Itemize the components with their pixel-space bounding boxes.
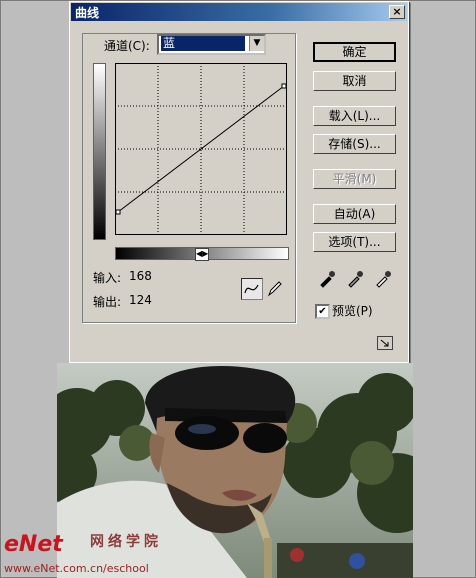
gray-eyedropper-icon[interactable] — [346, 268, 366, 288]
black-eyedropper-icon[interactable] — [318, 268, 338, 288]
input-value: 168 — [129, 269, 152, 283]
output-label: 输出: — [93, 295, 122, 309]
input-readout: 输入: 168 — [93, 269, 152, 286]
title-bar[interactable]: 曲线 × — [71, 3, 407, 21]
chevron-down-icon[interactable]: ▼ — [249, 36, 264, 51]
preview-checkbox[interactable]: ✔ — [315, 304, 330, 319]
curve-point-start[interactable] — [115, 209, 121, 215]
curve-point-end[interactable] — [281, 83, 287, 89]
save-button[interactable]: 存储(S)... — [313, 134, 396, 154]
auto-button[interactable]: 自动(A) — [313, 204, 396, 224]
input-gradient-bar[interactable]: ◀▶ — [115, 247, 289, 261]
watermark-brand: eNet — [4, 532, 63, 557]
gradient-toggle-icon[interactable]: ◀▶ — [195, 248, 209, 261]
options-button[interactable]: 选项(T)... — [313, 232, 396, 252]
input-label: 输入: — [93, 271, 122, 285]
cancel-button[interactable]: 取消 — [313, 71, 396, 91]
load-button[interactable]: 载入(L)... — [313, 106, 396, 126]
output-readout: 输出: 124 — [93, 293, 152, 310]
watermark-url: www.eNet.com.cn/eschool — [4, 562, 149, 575]
channel-select[interactable]: 蓝 ▼ — [157, 34, 266, 55]
channel-label: 通道(C): — [104, 39, 150, 53]
output-value: 124 — [129, 293, 152, 307]
ok-button[interactable]: 确定 — [313, 42, 396, 62]
curve-graph[interactable] — [115, 63, 287, 235]
white-eyedropper-icon[interactable] — [374, 268, 394, 288]
channel-value: 蓝 — [161, 36, 245, 51]
curve-tool-icon[interactable] — [241, 278, 263, 300]
pencil-tool-icon[interactable] — [265, 279, 285, 299]
output-gradient-bar[interactable] — [93, 63, 106, 240]
expand-icon[interactable] — [377, 336, 393, 350]
dialog-title: 曲线 — [75, 6, 100, 20]
smooth-button: 平滑(M) — [313, 169, 396, 189]
close-button[interactable]: × — [389, 5, 405, 19]
preview-label[interactable]: 预览(P) — [332, 302, 373, 319]
curves-dialog: 曲线 × 通道(C): 蓝 ▼ ◀▶ 输入: 168 输出: 124 确定 取消… — [69, 1, 409, 363]
watermark-tagline: 网络学院 — [90, 534, 162, 550]
